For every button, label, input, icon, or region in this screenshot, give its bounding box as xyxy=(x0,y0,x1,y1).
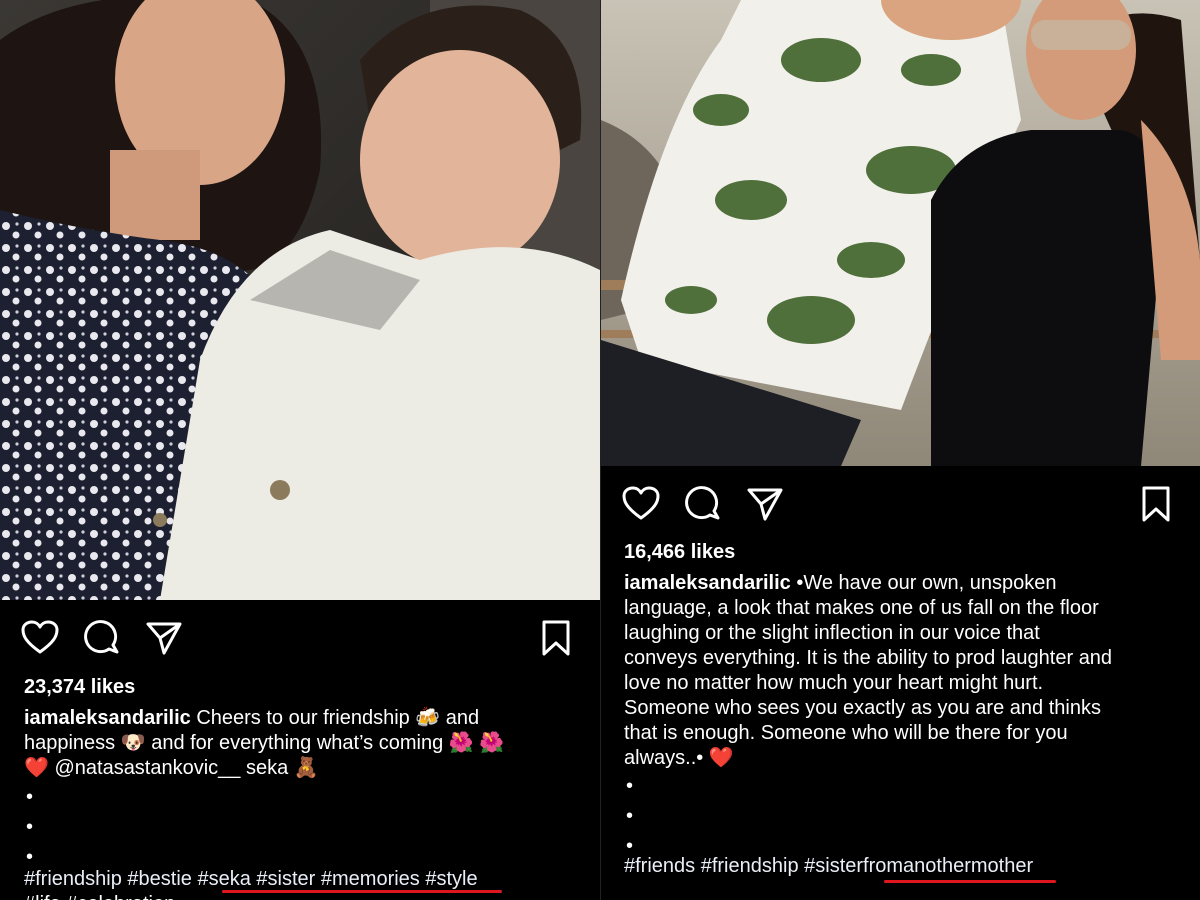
heart-icon[interactable] xyxy=(20,618,60,658)
hashtag[interactable]: #style xyxy=(425,868,477,890)
action-bar-left xyxy=(0,612,600,662)
comment-icon[interactable] xyxy=(82,618,122,658)
dot: • xyxy=(26,786,34,808)
bookmark-icon[interactable] xyxy=(536,618,576,658)
hashtags-left: #friendship #bestie #seka #sister #memor… xyxy=(24,867,478,900)
username-link[interactable]: iamaleksandarilic xyxy=(624,572,791,594)
hashtag-underline xyxy=(884,880,1056,883)
comment-icon[interactable] xyxy=(683,484,723,524)
caption-line: happiness 🐶 and for everything what’s co… xyxy=(24,732,505,754)
likes-count[interactable]: 23,374 likes xyxy=(24,676,135,699)
hashtag[interactable]: #friendship xyxy=(701,855,799,877)
caption-line: that is enough. Someone who will be ther… xyxy=(624,722,1068,744)
caption-line: ❤️ @natasastankovic__ seka 🧸 xyxy=(24,757,319,779)
caption-dots: • • • xyxy=(626,771,633,861)
send-icon[interactable] xyxy=(745,484,785,524)
hashtag[interactable]: #memories xyxy=(321,868,420,890)
likes-count[interactable]: 16,466 likes xyxy=(624,541,735,564)
caption-line: Someone who sees you exactly as you are … xyxy=(624,697,1101,719)
bookmark-icon[interactable] xyxy=(1136,484,1176,524)
dot: • xyxy=(626,805,634,827)
dot: • xyxy=(626,775,634,797)
post-photo-left[interactable] xyxy=(0,0,600,600)
username-link[interactable]: iamaleksandarilic xyxy=(24,707,191,729)
caption-text: •We have our own, unspoken xyxy=(790,572,1057,594)
hashtag[interactable]: #bestie xyxy=(127,868,192,890)
post-photo-right[interactable] xyxy=(601,0,1200,466)
hashtags-right: #friends #friendship #sisterfromanotherm… xyxy=(624,854,1033,879)
caption-dots: • • • xyxy=(26,782,33,872)
action-bar-right xyxy=(601,478,1200,528)
hashtag[interactable]: #seka xyxy=(197,868,250,890)
hashtag-underline xyxy=(222,890,502,893)
beach-photo-image xyxy=(601,0,1200,466)
caption-right: iamaleksandarilic •We have our own, unsp… xyxy=(624,571,1190,771)
dot: • xyxy=(26,816,34,838)
caption-line: conveys everything. It is the ability to… xyxy=(624,647,1113,669)
caption-line: iamaleksandarilic Cheers to our friendsh… xyxy=(24,706,584,731)
post-left: 23,374 likes iamaleksandarilic Cheers to… xyxy=(0,0,600,900)
caption-line: always..• ❤️ xyxy=(624,747,734,769)
selfie-image xyxy=(0,0,600,600)
send-icon[interactable] xyxy=(144,618,184,658)
hashtag[interactable]: #friends xyxy=(624,855,695,877)
hashtag[interactable]: #sisterfromanothermother xyxy=(804,855,1033,877)
caption-text: Cheers to our friendship 🍻 and xyxy=(190,707,480,729)
caption-line: love no matter how much your heart might… xyxy=(624,672,1044,694)
caption-line: language, a look that makes one of us fa… xyxy=(624,597,1099,619)
hashtag[interactable]: #sister xyxy=(256,868,315,890)
heart-icon[interactable] xyxy=(621,484,661,524)
caption-line: iamaleksandarilic •We have our own, unsp… xyxy=(624,571,1190,596)
caption-line: laughing or the slight inflection in our… xyxy=(624,622,1040,644)
post-right: 16,466 likes iamaleksandarilic •We have … xyxy=(601,0,1200,900)
hashtag[interactable]: #friendship xyxy=(24,868,122,890)
hashtags-overflow-line[interactable]: #life #celebration xyxy=(24,892,478,900)
caption-left: iamaleksandarilic Cheers to our friendsh… xyxy=(24,706,584,781)
